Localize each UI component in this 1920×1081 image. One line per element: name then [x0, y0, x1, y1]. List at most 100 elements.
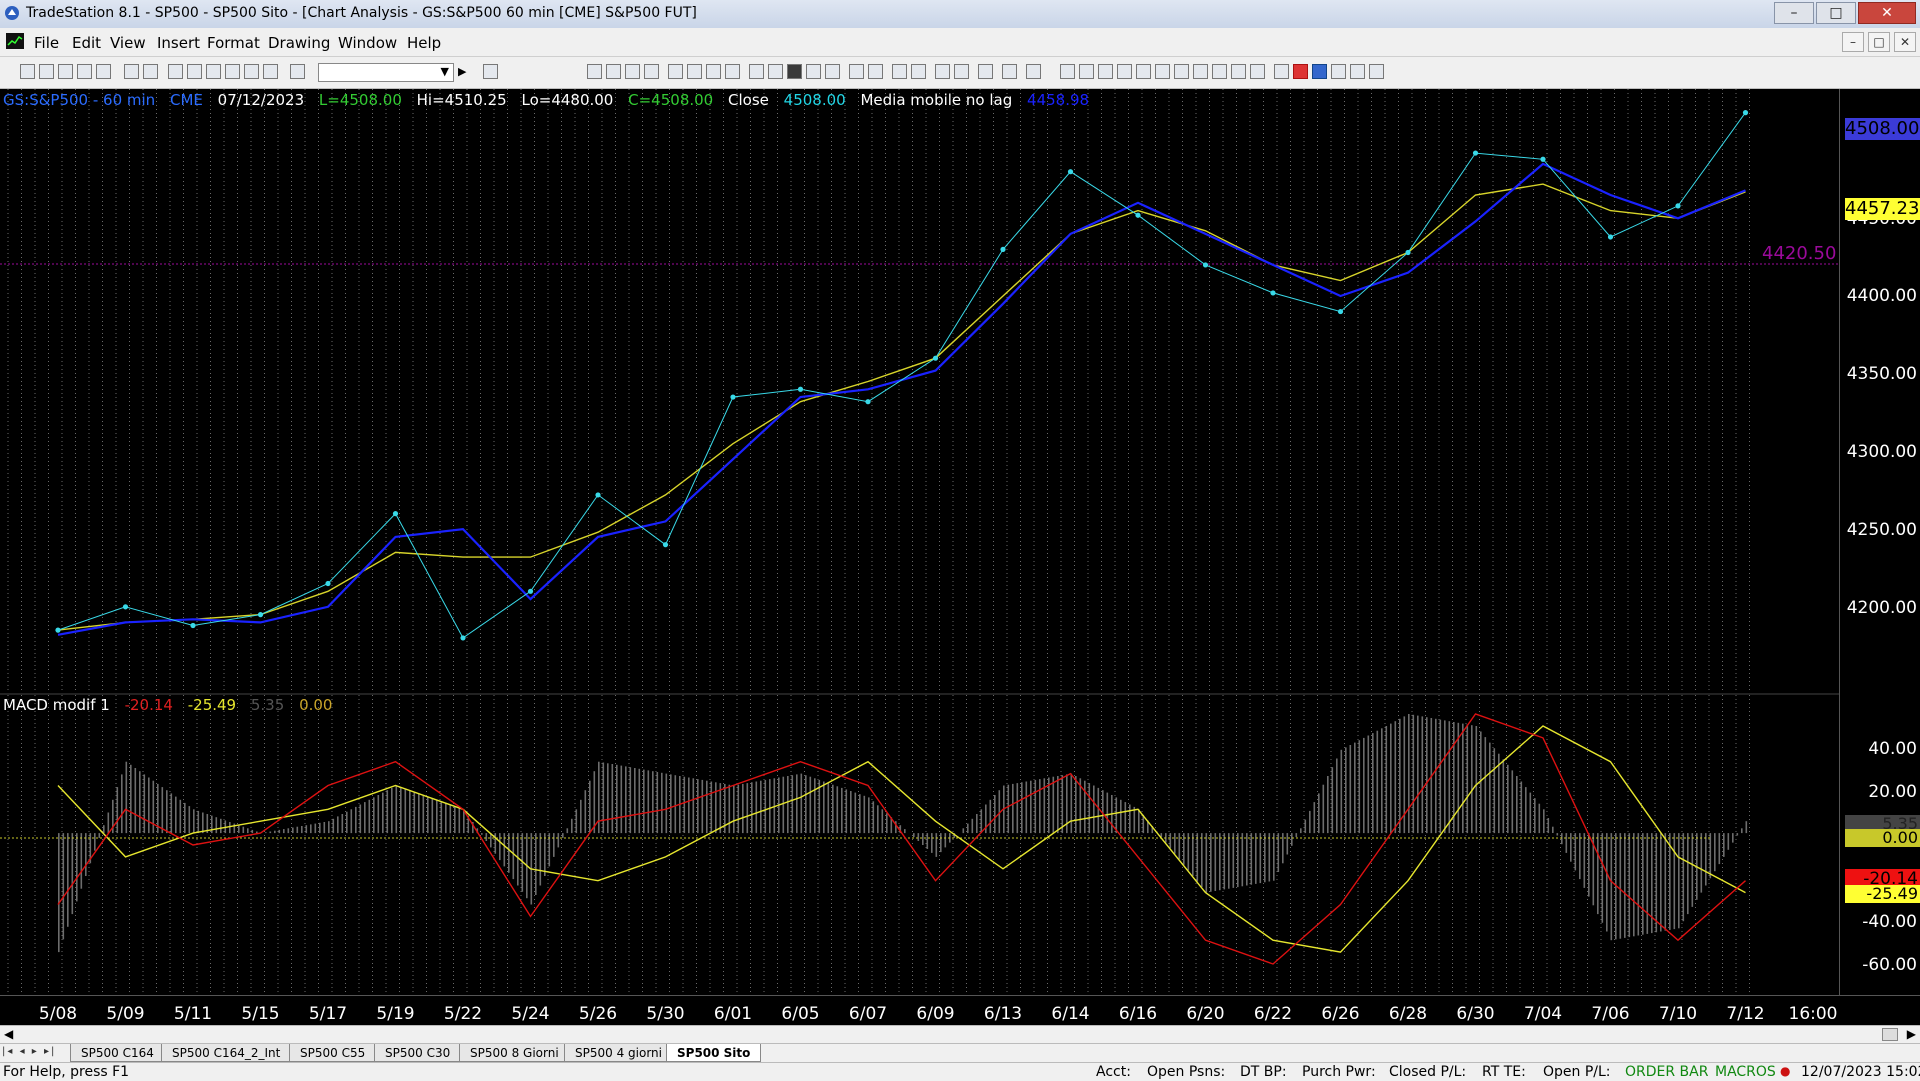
zoom-in-icon[interactable] [892, 64, 907, 79]
price-pane[interactable] [0, 89, 1839, 694]
menu-format[interactable]: Format [207, 34, 260, 52]
scroll-thumb[interactable] [1882, 1028, 1898, 1041]
insert-icon[interactable] [187, 64, 202, 79]
save-icon[interactable] [124, 64, 139, 79]
refresh-icon[interactable] [725, 64, 740, 79]
chart-horizontal-scrollbar[interactable]: ◀ ▶ [0, 1025, 1920, 1044]
menu-file[interactable]: File [34, 34, 59, 52]
parallel-lines-icon[interactable] [1212, 64, 1227, 79]
tab-sp500-c164-2-int[interactable]: SP500 C164_2_Int [161, 1044, 292, 1062]
tools-icon[interactable] [978, 64, 993, 79]
tab-sp500-4-giorni[interactable]: SP500 4 giorni [564, 1044, 673, 1062]
open-workspace-icon[interactable] [58, 64, 73, 79]
menu-edit[interactable]: Edit [72, 34, 101, 52]
compress-icon[interactable] [849, 64, 864, 79]
pointer-icon[interactable] [935, 64, 950, 79]
mdi-restore-button[interactable]: □ [1868, 32, 1890, 52]
horizontal-line-icon[interactable] [1098, 64, 1113, 79]
macd-histogram-bar [926, 833, 929, 849]
format-icon[interactable] [168, 64, 183, 79]
time-axis[interactable]: 5/08 5/09 5/11 5/15 5/17 5/19 5/22 5/24 5/26 5/30… [0, 995, 1920, 1026]
macd-histogram-bar [107, 812, 110, 834]
menu-help[interactable]: Help [407, 34, 441, 52]
zoom-out-icon[interactable] [911, 64, 926, 79]
trendline-icon[interactable] [1060, 64, 1075, 79]
candle-chart-icon[interactable] [606, 64, 621, 79]
find-icon[interactable] [483, 64, 498, 79]
lock-icon[interactable] [206, 64, 221, 79]
properties-icon[interactable] [225, 64, 240, 79]
arc-icon[interactable] [1231, 64, 1246, 79]
macd-histogram-bar [1628, 833, 1631, 938]
globe-icon[interactable] [263, 64, 278, 79]
open-icon[interactable] [96, 64, 111, 79]
price-tick: 4250.00 [1846, 520, 1917, 540]
order-bar-icon[interactable] [787, 64, 802, 79]
menu-view[interactable]: View [110, 34, 146, 52]
arrow-horizontal-icon[interactable] [1193, 64, 1208, 79]
radar-icon[interactable] [749, 64, 764, 79]
macd-pane[interactable] [0, 695, 1839, 995]
tab-sp500-8-giorni[interactable]: SP500 8 Giorni [459, 1044, 570, 1062]
text-tool-icon[interactable] [1369, 64, 1384, 79]
macd-histogram-bar [1583, 833, 1586, 888]
expand-icon[interactable] [868, 64, 883, 79]
macd-histogram-bar [1070, 773, 1073, 834]
minimize-button[interactable]: – [1774, 2, 1814, 24]
menu-drawing[interactable]: Drawing [268, 34, 330, 52]
macd-histogram-bar [355, 806, 357, 834]
menu-window[interactable]: Window [338, 34, 397, 52]
tab-sp500-c30[interactable]: SP500 C30 [374, 1044, 462, 1062]
mdi-minimize-button[interactable]: – [1842, 32, 1864, 52]
fibonacci-icon[interactable] [1079, 64, 1094, 79]
tab-sp500-c55[interactable]: SP500 C55 [289, 1044, 377, 1062]
chevron-down-icon[interactable]: ▼ [441, 65, 449, 78]
indicator-icon[interactable] [668, 64, 683, 79]
brush-icon[interactable] [1250, 64, 1265, 79]
level-icon[interactable] [825, 64, 840, 79]
line-chart-icon[interactable] [625, 64, 640, 79]
scroll-left-icon[interactable]: ◀ [4, 1027, 13, 1041]
strategy-icon[interactable] [244, 64, 259, 79]
alert-icon[interactable] [1026, 64, 1041, 79]
maximize-button[interactable]: □ [1816, 2, 1856, 24]
title-bar: TradeStation 8.1 - SP500 - SP500 Sito - … [0, 0, 1920, 29]
andrews-pitchfork-icon[interactable] [1155, 64, 1170, 79]
scroll-right-icon[interactable]: ▶ [1907, 1027, 1916, 1041]
sync-icon[interactable] [706, 64, 721, 79]
tab-navigation-arrows[interactable]: |◂ ◂ ▸ ▸| [2, 1046, 56, 1057]
new-workspace-icon[interactable] [77, 64, 92, 79]
link-icon[interactable] [687, 64, 702, 79]
price-axis[interactable]: 4508.00 4450.00 4457.23 4400.00 4350.00 … [1839, 89, 1920, 995]
speed-lines-icon[interactable] [1136, 64, 1151, 79]
tab-sp500-c164[interactable]: SP500 C164 [70, 1044, 165, 1062]
menu-insert[interactable]: Insert [157, 34, 200, 52]
combo-go-arrow-icon[interactable]: ▶ [458, 65, 466, 78]
zoom-window-icon[interactable] [290, 64, 305, 79]
symbol-combo[interactable]: ▼ [318, 63, 454, 82]
macd-histogram-bar [1525, 787, 1527, 834]
order-bar-status[interactable]: ORDER BAR [1625, 1064, 1708, 1080]
curve-icon[interactable] [1274, 64, 1289, 79]
chart-analysis-window[interactable]: GS:S&P500 - 60 min CME 07/12/2023 L=4508… [0, 89, 1920, 1026]
close-button[interactable]: ✕ [1858, 2, 1916, 24]
mdi-close-button[interactable]: ✕ [1894, 32, 1916, 52]
new-window-icon[interactable] [39, 64, 54, 79]
macros-status[interactable]: MACROS [1715, 1064, 1776, 1080]
ticker-icon[interactable] [806, 64, 821, 79]
ellipse-icon[interactable] [1331, 64, 1346, 79]
gann-fan-icon[interactable] [1117, 64, 1132, 79]
crosshair-icon[interactable] [954, 64, 969, 79]
up-arrow-icon[interactable] [1312, 64, 1327, 79]
print-icon[interactable] [143, 64, 158, 79]
bar-chart-icon[interactable] [587, 64, 602, 79]
tab-sp500-sito[interactable]: SP500 Sito [666, 1044, 762, 1062]
down-arrow-icon[interactable] [1293, 64, 1308, 79]
matrix-icon[interactable] [768, 64, 783, 79]
macd-histogram-bar [1318, 793, 1320, 834]
data-window-icon[interactable] [1002, 64, 1017, 79]
regression-channel-icon[interactable] [1174, 64, 1189, 79]
rectangle-icon[interactable] [1350, 64, 1365, 79]
grid-icon[interactable] [644, 64, 659, 79]
new-file-icon[interactable] [20, 64, 35, 79]
